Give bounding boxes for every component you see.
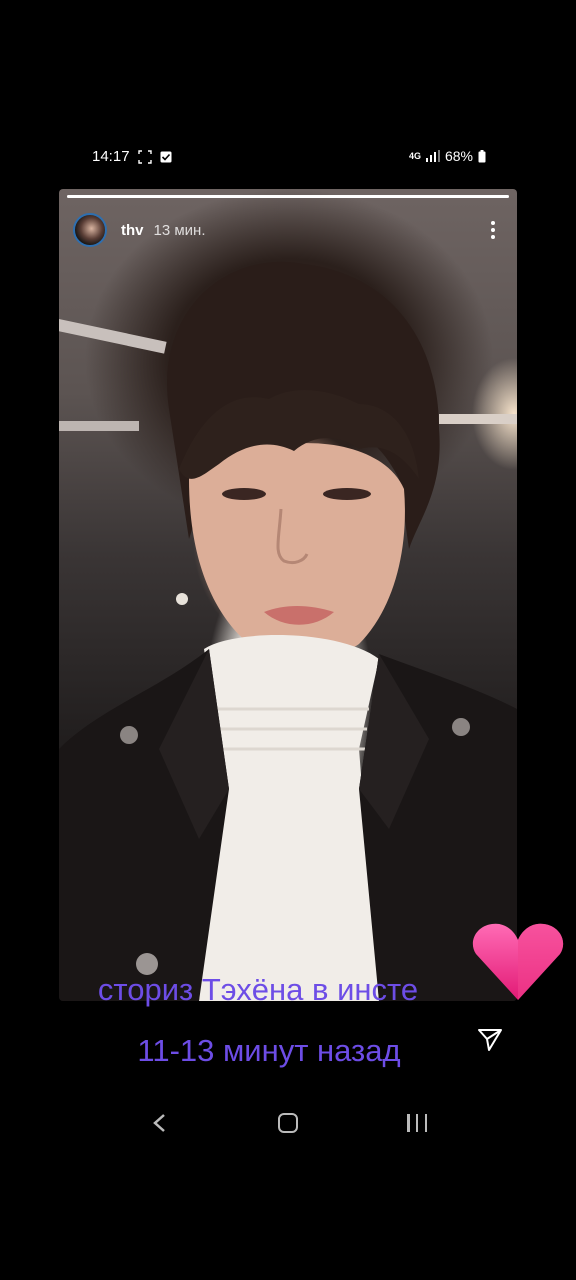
story-viewer[interactable]: thv 13 мин.	[59, 189, 517, 1001]
more-options-icon[interactable]	[483, 218, 503, 242]
story-progress-bar	[67, 195, 509, 198]
status-right: 4G 68%	[409, 148, 486, 164]
check-notification-icon	[160, 151, 172, 162]
story-timestamp: 13 мин.	[153, 221, 206, 239]
story-photo	[59, 261, 517, 1001]
signal-icon	[425, 150, 440, 162]
send-icon[interactable]	[477, 1026, 503, 1052]
system-nav-bar	[0, 1100, 576, 1146]
caption-line-1: сториз Тэхёна в инсте	[97, 972, 419, 1007]
status-bar: 14:17 4G 68%	[0, 140, 576, 176]
nav-recent-icon[interactable]	[407, 1114, 427, 1132]
battery-percent: 68%	[444, 148, 473, 164]
username[interactable]: thv	[121, 222, 144, 239]
battery-icon	[478, 149, 486, 162]
caption-line-2: 11-13 минут назад	[137, 1033, 401, 1068]
avatar[interactable]	[73, 213, 107, 247]
network-4g-icon: 4G	[408, 150, 421, 161]
screenshot-icon	[137, 149, 152, 164]
nav-home-icon[interactable]	[278, 1113, 298, 1133]
nav-back-icon[interactable]	[150, 1112, 170, 1134]
status-time: 14:17	[92, 148, 130, 165]
status-left: 14:17	[92, 148, 172, 165]
story-header: thv 13 мин.	[73, 210, 503, 250]
story-progress-fill	[67, 195, 509, 198]
